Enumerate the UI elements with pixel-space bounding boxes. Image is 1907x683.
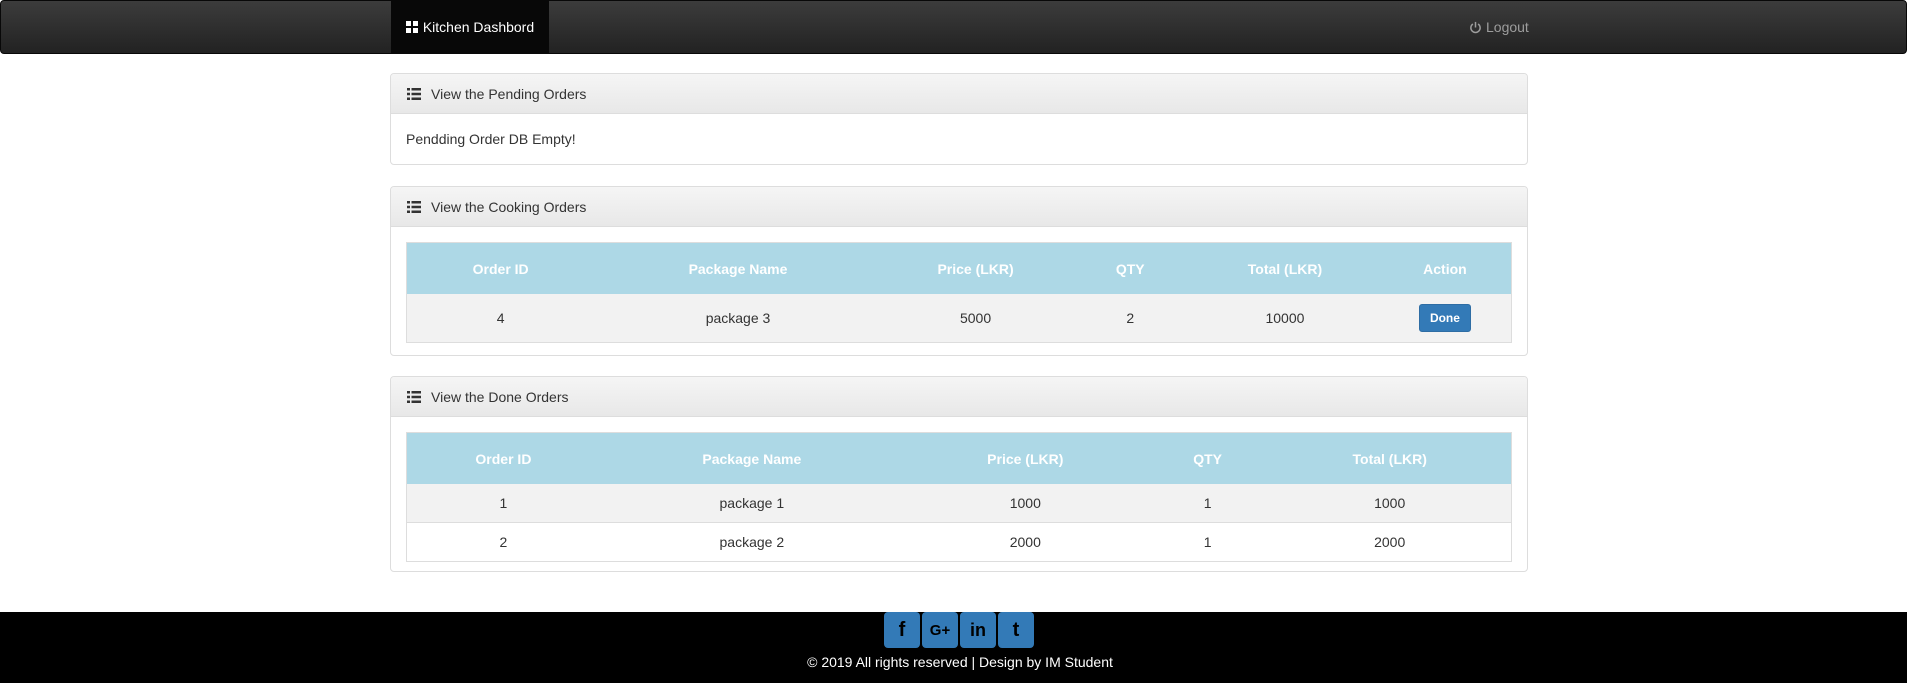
panel-title: View the Done Orders: [431, 388, 569, 405]
social-links: f G+ in t: [884, 612, 1034, 648]
column-header: Total (LKR): [1247, 260, 1323, 277]
brand-link[interactable]: Kitchen Dashbord: [391, 1, 549, 53]
google-plus-icon[interactable]: G+: [922, 612, 958, 648]
column-header: Order ID: [472, 260, 529, 277]
done-orders-panel: View the Done Orders Order ID Package Na…: [390, 376, 1528, 572]
twitter-icon[interactable]: t: [998, 612, 1034, 648]
empty-message: Pendding Order DB Empty!: [406, 131, 576, 147]
done-orders-heading: View the Done Orders: [391, 377, 1527, 417]
pending-orders-heading: View the Pending Orders: [391, 74, 1527, 114]
price-cell: 1000: [903, 484, 1147, 523]
list-icon: [407, 200, 421, 213]
table-row: 1 package 1 1000 1 1000: [406, 484, 1512, 523]
qty-cell: 1: [1146, 522, 1269, 562]
panel-title: View the Pending Orders: [431, 85, 587, 102]
package-name-cell: package 1: [599, 484, 904, 523]
power-icon: [1470, 21, 1481, 33]
linkedin-icon[interactable]: in: [960, 612, 996, 648]
package-name-cell: package 2: [599, 522, 904, 562]
order-id-cell: 2: [406, 522, 600, 562]
done-orders-table: Order ID Package Name Price (LKR) QTY To…: [406, 432, 1512, 562]
total-cell: 2000: [1268, 522, 1512, 562]
package-name-cell: package 3: [594, 294, 882, 343]
column-header: Price (LKR): [987, 450, 1064, 467]
cooking-orders-heading: View the Cooking Orders: [391, 187, 1527, 227]
column-header: Price (LKR): [937, 260, 1014, 277]
column-header: Order ID: [475, 450, 532, 467]
facebook-icon[interactable]: f: [884, 612, 920, 648]
pending-orders-panel: View the Pending Orders Pendding Order D…: [390, 73, 1528, 165]
done-button[interactable]: Done: [1418, 304, 1471, 332]
price-cell: 2000: [903, 522, 1147, 562]
list-icon: [407, 87, 421, 100]
column-header: QTY: [1115, 260, 1145, 277]
logout-link[interactable]: Logout: [1469, 1, 1529, 53]
dashboard-icon: [405, 21, 418, 33]
table-header-row: Order ID Package Name Price (LKR) QTY To…: [406, 242, 1512, 294]
column-header: Action: [1423, 260, 1467, 277]
page-footer: f G+ in t © 2019 All rights reserved | D…: [0, 612, 1907, 683]
table-row: 2 package 2 2000 1 2000: [406, 522, 1512, 562]
list-icon: [407, 390, 421, 403]
column-header: QTY: [1193, 450, 1222, 467]
order-id-cell: 1: [406, 484, 600, 523]
total-cell: 1000: [1268, 484, 1512, 523]
logout-label: Logout: [1486, 19, 1529, 35]
order-id-cell: 4: [406, 294, 595, 343]
cooking-orders-body: Order ID Package Name Price (LKR) QTY To…: [391, 227, 1527, 355]
cooking-orders-panel: View the Cooking Orders Order ID Package…: [390, 186, 1528, 356]
brand-label: Kitchen Dashbord: [422, 19, 535, 35]
price-cell: 5000: [881, 294, 1070, 343]
panel-title: View the Cooking Orders: [431, 198, 587, 215]
cooking-orders-table: Order ID Package Name Price (LKR) QTY To…: [406, 242, 1512, 343]
column-header: Package Name: [702, 450, 802, 467]
total-cell: 10000: [1191, 294, 1379, 343]
qty-cell: 2: [1069, 294, 1192, 343]
top-navbar: Kitchen Dashbord Logout: [0, 0, 1907, 54]
copyright-text: © 2019 All rights reserved | Design by I…: [807, 654, 1113, 670]
table-header-row: Order ID Package Name Price (LKR) QTY To…: [406, 432, 1512, 484]
done-orders-body: Order ID Package Name Price (LKR) QTY To…: [391, 417, 1527, 571]
column-header: Total (LKR): [1352, 450, 1427, 467]
qty-cell: 1: [1146, 484, 1269, 523]
column-header: Package Name: [688, 260, 788, 277]
table-row: 4 package 3 5000 2 10000 Done: [406, 294, 1512, 343]
action-cell: Done: [1378, 294, 1512, 343]
